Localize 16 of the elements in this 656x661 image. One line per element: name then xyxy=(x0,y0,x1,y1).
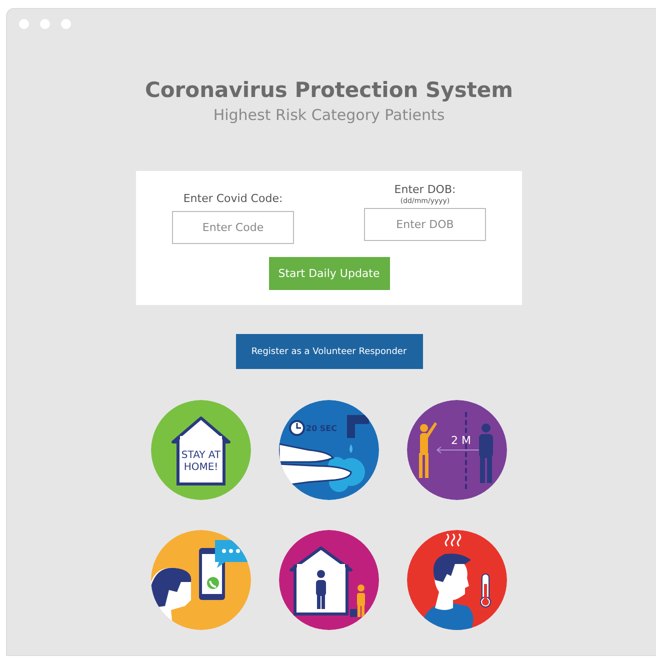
house-icon: STAY AT HOME! xyxy=(151,400,251,500)
volunteer-button[interactable]: Register as a Volunteer Responder xyxy=(236,334,422,369)
window-dot-icon[interactable] xyxy=(61,19,71,29)
social-distancing-icon: 2 M xyxy=(407,400,507,500)
window-dot-icon[interactable] xyxy=(19,19,29,29)
field-label: Enter DOB: xyxy=(394,183,456,197)
phone-call-icon xyxy=(151,530,251,630)
field-label: Enter Covid Code: xyxy=(183,192,283,206)
page-title: Coronavirus Protection System xyxy=(144,77,514,103)
input-field[interactable]: Enter Code xyxy=(172,211,294,244)
hand-washing-icon: 20 SEC xyxy=(279,400,379,500)
input-field[interactable]: Enter DOB xyxy=(364,208,486,241)
page-subtitle: Highest Risk Category Patients xyxy=(213,105,445,125)
fever-icon xyxy=(407,530,507,630)
home-isolation-icon xyxy=(279,530,379,630)
window-dot-icon[interactable] xyxy=(40,19,50,29)
